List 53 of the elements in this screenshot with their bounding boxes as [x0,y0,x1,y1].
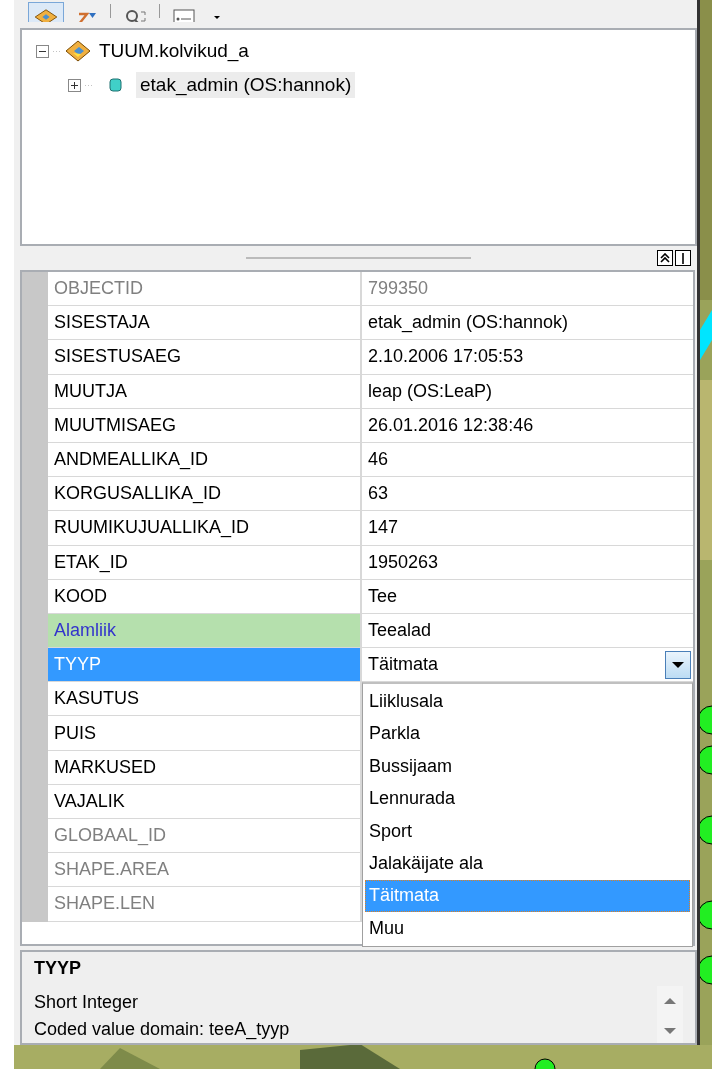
dropdown-option[interactable]: Bussijaam [365,750,690,783]
field-name: SISESTUSAEG [48,340,362,375]
field-value: 799350 [362,272,693,307]
field-name: MUUTMISAEG [48,408,362,443]
field-value: Tee [362,579,693,614]
field-value: 147 [362,511,693,546]
connector-line [53,50,61,52]
field-value: Teealad [362,613,693,649]
layers-icon [33,8,59,22]
feature-icon [109,78,122,92]
field-value: 2.10.2006 17:05:53 [362,340,693,375]
field-name: KORGUSALLIKA_ID [48,477,362,512]
tree-item[interactable]: TUUM.kolvikud_a [95,38,253,64]
field-description: Coded value domain: teeA_tyyp [34,1018,290,1042]
scroll-up-icon[interactable] [664,998,676,1004]
field-value: 63 [362,477,693,512]
field-value: leap (OS:LeaP) [362,374,693,409]
caret-icon [213,14,221,20]
field-value: 46 [362,442,693,478]
dropdown-option[interactable]: Sport [365,814,690,848]
zoom-icon [124,8,146,22]
expand-icon[interactable] [68,78,81,92]
field-name: MUUTJA [48,374,362,409]
dropdown-option[interactable]: Lennurada [365,782,690,815]
field-value: 26.01.2016 12:38:46 [362,408,693,443]
column-button[interactable] [675,250,691,266]
field-title: TYYP [34,958,82,979]
field-name: RUUMIKUJUALLIKA_ID [48,511,362,546]
dropdown-option[interactable]: Liiklusala [365,685,690,718]
form-icon [173,8,195,22]
feature-class-icon [65,40,91,62]
dropdown-option[interactable]: Muu [365,912,690,945]
field-name: TYYP [48,648,362,683]
sort-button[interactable] [657,250,673,266]
field-value: 1950263 [362,545,693,580]
field-name: ETAK_ID [48,545,362,580]
scrollbar[interactable] [657,986,683,1043]
field-name: Alamliik [48,613,362,649]
dropdown-option[interactable]: Jalakäijate ala [365,847,690,880]
field-value: etak_admin (OS:hannok) [362,306,693,341]
double-chevron-icon [660,253,670,263]
field-name: SISESTAJA [48,306,362,341]
caret-icon [672,661,684,668]
tree-item[interactable]: etak_admin (OS:hannok) [136,72,356,98]
scroll-down-icon[interactable] [664,1028,676,1034]
connector-line [85,84,93,86]
splitter-handle[interactable] [246,257,471,259]
collapse-icon[interactable] [36,44,49,58]
dropdown-option[interactable]: Parkla [365,717,690,751]
field-description: Short Integer [34,991,140,1014]
field-name: OBJECTID [48,272,362,307]
dropdown-button[interactable] [665,650,691,679]
field-name: ANDMEALLIKA_ID [48,442,362,478]
